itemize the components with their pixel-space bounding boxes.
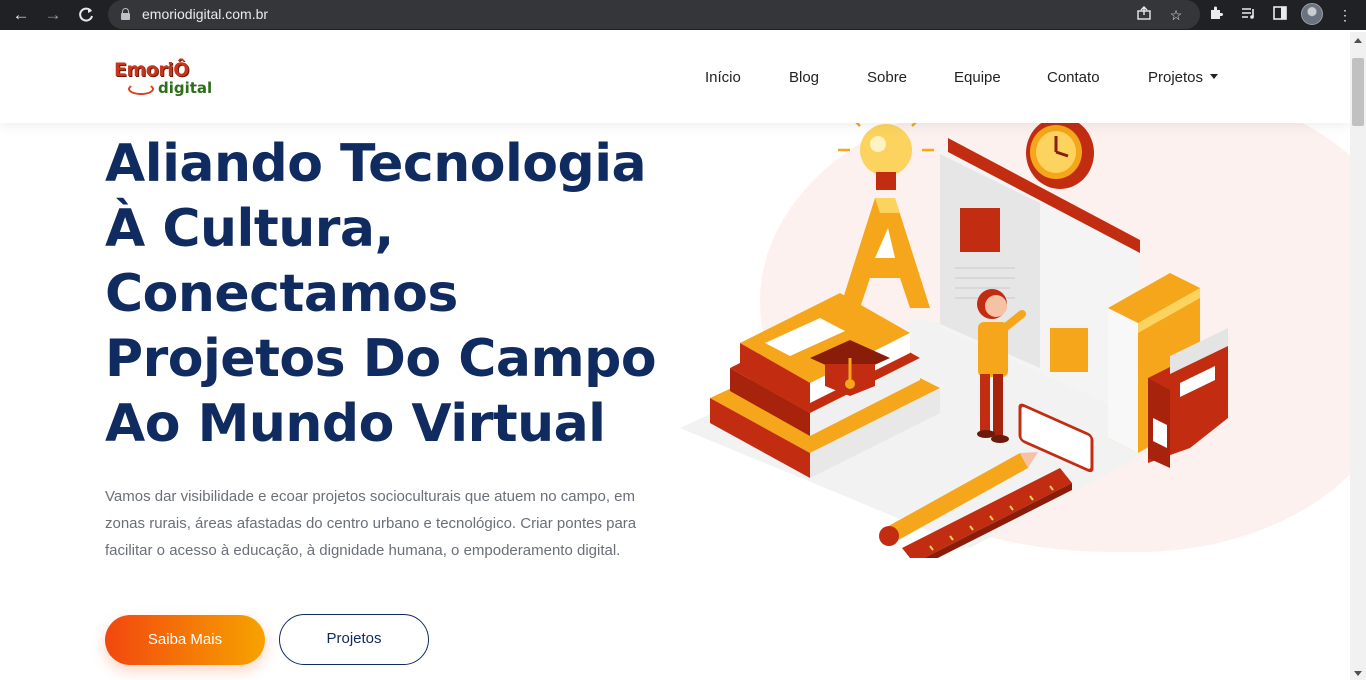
hero-description-line: Vamos dar visibilidade e ecoar projetos … bbox=[105, 488, 635, 505]
extensions-icon[interactable] bbox=[1206, 5, 1226, 25]
page-viewport: EmoriÔ digital Início Blog Sobre Equipe … bbox=[0, 32, 1350, 680]
back-icon[interactable]: ← bbox=[11, 5, 31, 25]
nav-dropdown-projetos-label: Projetos bbox=[1148, 69, 1204, 86]
clock-icon bbox=[1026, 118, 1094, 189]
caret-down-icon bbox=[1210, 74, 1219, 79]
hero-description-line: zonas rurais, áreas afastadas do centro … bbox=[105, 515, 637, 532]
profile-avatar[interactable] bbox=[1301, 3, 1323, 25]
scroll-up-arrow-icon[interactable] bbox=[1354, 38, 1362, 43]
browser-toolbar: ← → emoriodigital.com.br ☆ ⋮ bbox=[0, 0, 1366, 30]
site-logo[interactable]: EmoriÔ digital bbox=[114, 59, 214, 101]
logo-text-digital: digital bbox=[158, 79, 213, 97]
lightbulb-icon bbox=[838, 118, 934, 190]
url-text: emoriodigital.com.br bbox=[142, 6, 269, 22]
scroll-down-arrow-icon[interactable] bbox=[1354, 671, 1362, 676]
hero-description-line: facilitar o acesso à educação, à dignida… bbox=[105, 542, 621, 559]
hero-illustration bbox=[680, 118, 1230, 558]
scrollbar-thumb[interactable] bbox=[1352, 58, 1364, 126]
hero-title: Aliando Tecnologia À Cultura, Conectamos… bbox=[105, 132, 685, 457]
share-icon[interactable] bbox=[1134, 5, 1154, 25]
nav-link-sobre[interactable]: Sobre bbox=[867, 68, 907, 88]
logo-swirl-icon bbox=[128, 83, 154, 95]
bookmark-star-icon[interactable]: ☆ bbox=[1166, 5, 1186, 25]
reload-icon[interactable] bbox=[76, 5, 96, 25]
nav-link-blog[interactable]: Blog bbox=[789, 68, 819, 88]
logo-text-emorio: EmoriÔ bbox=[114, 59, 189, 81]
media-control-icon[interactable] bbox=[1238, 5, 1258, 25]
address-bar[interactable]: emoriodigital.com.br bbox=[108, 0, 1200, 29]
menu-kebab-icon[interactable]: ⋮ bbox=[1335, 5, 1355, 25]
forward-icon[interactable]: → bbox=[43, 5, 63, 25]
nav-link-contato[interactable]: Contato bbox=[1047, 68, 1100, 88]
saiba-mais-button[interactable]: Saiba Mais bbox=[105, 615, 265, 665]
side-panel-icon[interactable] bbox=[1270, 5, 1290, 25]
hero-description: Vamos dar visibilidade e ecoar projetos … bbox=[105, 483, 665, 564]
hero-title-line: Projetos Do Campo bbox=[105, 329, 657, 389]
hero-title-line: Aliando Tecnologia bbox=[105, 134, 647, 194]
lock-icon bbox=[121, 8, 130, 20]
site-header: EmoriÔ digital Início Blog Sobre Equipe … bbox=[0, 32, 1350, 123]
hero-title-line: Ao Mundo Virtual bbox=[105, 394, 606, 454]
hero-title-line: Conectamos bbox=[105, 264, 458, 324]
page-scrollbar[interactable] bbox=[1350, 32, 1366, 680]
nav-link-inicio[interactable]: Início bbox=[705, 68, 741, 88]
nav-link-equipe[interactable]: Equipe bbox=[954, 68, 1001, 88]
projetos-button[interactable]: Projetos bbox=[279, 614, 429, 665]
nav-dropdown-projetos[interactable]: Projetos bbox=[1148, 68, 1219, 88]
hero-title-line: À Cultura, bbox=[105, 199, 394, 259]
